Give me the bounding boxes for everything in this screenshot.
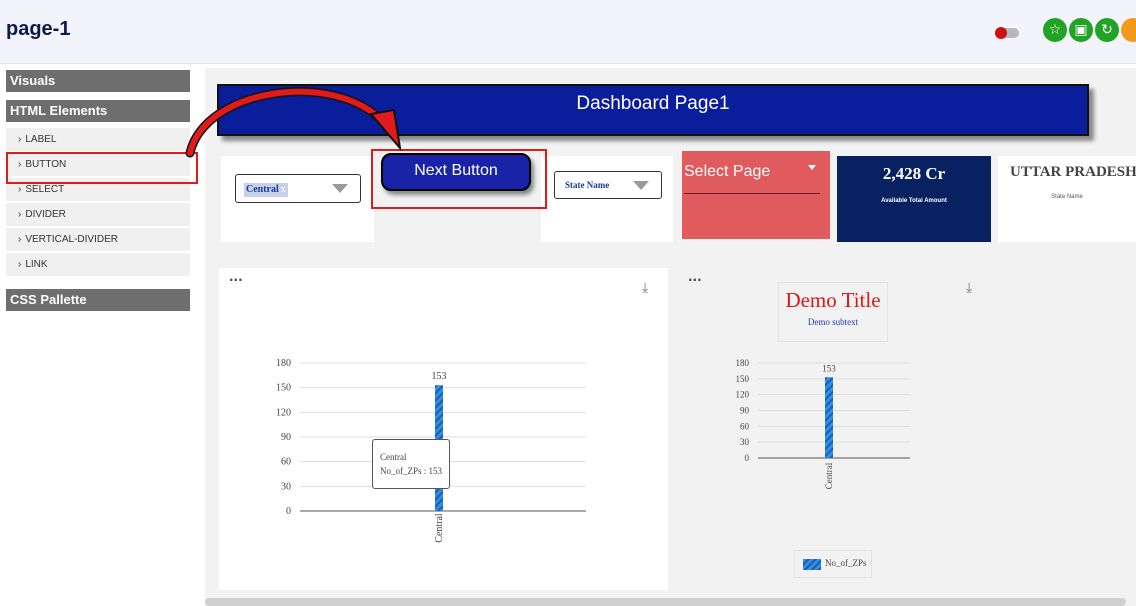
horizontal-scrollbar[interactable] (205, 598, 1126, 606)
highlight-arrow (185, 87, 402, 158)
